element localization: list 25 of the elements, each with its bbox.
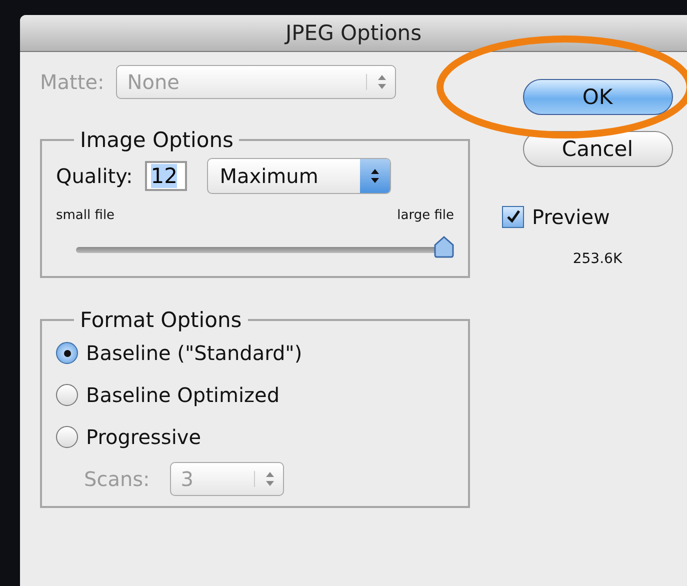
radio-label: Baseline Optimized bbox=[86, 383, 280, 407]
group-title: Format Options bbox=[79, 308, 243, 332]
checkmark-icon bbox=[505, 209, 521, 225]
quality-dropdown[interactable]: Maximum bbox=[206, 158, 391, 194]
slider-max-label: large file bbox=[397, 208, 454, 223]
radio-label: Baseline ("Standard") bbox=[86, 341, 302, 365]
quality-input[interactable]: 12 bbox=[144, 161, 187, 191]
quality-label: Quality: bbox=[56, 164, 133, 188]
window-title: JPEG Options bbox=[285, 21, 422, 45]
stepper-arrows-icon bbox=[366, 74, 388, 90]
scans-label: Scans: bbox=[84, 467, 150, 491]
stepper-arrows-icon bbox=[254, 471, 275, 487]
stepper-arrows-icon bbox=[370, 168, 380, 184]
dialog-button[interactable]: OK bbox=[522, 79, 672, 115]
matte-label: Matte: bbox=[40, 70, 104, 94]
radio-label: Progressive bbox=[86, 425, 202, 449]
radio-button[interactable] bbox=[56, 342, 78, 364]
preview-label: Preview bbox=[532, 205, 610, 229]
radio-button[interactable] bbox=[56, 426, 78, 448]
radio-button[interactable] bbox=[56, 384, 78, 406]
slider-thumb[interactable] bbox=[432, 235, 456, 259]
group-title: Image Options bbox=[79, 128, 234, 152]
preview-checkbox[interactable] bbox=[502, 206, 524, 228]
file-size-text: 253.6K bbox=[572, 251, 622, 267]
slider-min-label: small file bbox=[56, 208, 115, 223]
